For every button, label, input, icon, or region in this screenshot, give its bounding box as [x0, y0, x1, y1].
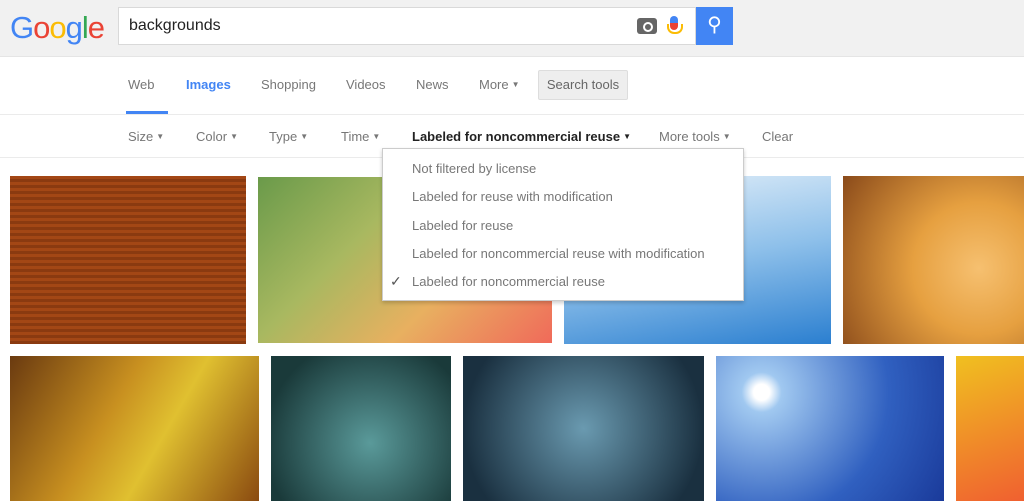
- image-result[interactable]: [271, 356, 451, 501]
- tab-shopping[interactable]: Shopping: [261, 77, 316, 92]
- checkmark-icon: ✓: [390, 273, 402, 289]
- tool-label: Labeled for noncommercial reuse: [412, 129, 621, 144]
- tool-label: More tools: [659, 129, 720, 144]
- camera-icon[interactable]: [637, 18, 657, 34]
- tool-usage-rights[interactable]: Labeled for noncommercial reuse ▼: [412, 129, 631, 144]
- google-logo[interactable]: Google: [10, 10, 105, 46]
- chevron-down-icon: ▼: [511, 80, 520, 89]
- chevron-down-icon: ▼: [300, 132, 309, 141]
- menu-item-not-filtered[interactable]: Not filtered by license: [412, 161, 536, 176]
- tab-videos[interactable]: Videos: [346, 77, 386, 92]
- search-icon: ⚲: [707, 14, 722, 36]
- tool-label: Type: [269, 129, 298, 144]
- menu-item-noncommercial-modification[interactable]: Labeled for noncommercial reuse with mod…: [412, 246, 705, 261]
- image-result[interactable]: [716, 356, 944, 501]
- chevron-down-icon: ▼: [623, 132, 631, 141]
- tool-label: Time: [341, 129, 370, 144]
- tab-images[interactable]: Images: [186, 77, 231, 92]
- search-input[interactable]: [129, 17, 629, 35]
- tool-type[interactable]: Type ▼: [269, 129, 308, 144]
- mic-icon[interactable]: [667, 16, 683, 34]
- search-box: [118, 7, 696, 45]
- nav-tabs: Web Images Shopping Videos News More ▼ Se…: [0, 57, 1024, 115]
- image-result[interactable]: [843, 176, 1024, 344]
- tool-color[interactable]: Color ▼: [196, 129, 238, 144]
- chevron-down-icon: ▼: [156, 132, 165, 141]
- tab-more-label: More: [479, 77, 509, 92]
- tab-more[interactable]: More ▼: [479, 77, 520, 92]
- search-button[interactable]: ⚲: [696, 7, 733, 45]
- chevron-down-icon: ▼: [372, 132, 381, 141]
- image-result[interactable]: [463, 356, 704, 501]
- menu-item-noncommercial[interactable]: Labeled for noncommercial reuse: [412, 274, 605, 289]
- tab-web[interactable]: Web: [128, 77, 155, 92]
- tool-size[interactable]: Size ▼: [128, 129, 164, 144]
- menu-item-reuse-modification[interactable]: Labeled for reuse with modification: [412, 189, 613, 204]
- search-tools-button[interactable]: Search tools: [538, 70, 628, 100]
- tool-more-tools[interactable]: More tools ▼: [659, 129, 731, 144]
- chevron-down-icon: ▼: [722, 132, 731, 141]
- tool-label: Size: [128, 129, 154, 144]
- header: Google ⚲: [0, 0, 1024, 57]
- license-dropdown-menu: Not filtered by license Labeled for reus…: [382, 148, 744, 301]
- tool-label: Color: [196, 129, 228, 144]
- chevron-down-icon: ▼: [230, 132, 238, 141]
- image-result[interactable]: [10, 356, 259, 501]
- tab-news[interactable]: News: [416, 77, 449, 92]
- active-tab-indicator: [126, 111, 168, 114]
- image-result[interactable]: [10, 176, 246, 344]
- clear-button[interactable]: Clear: [762, 129, 793, 144]
- tool-time[interactable]: Time ▼: [341, 129, 380, 144]
- menu-item-reuse[interactable]: Labeled for reuse: [412, 218, 513, 233]
- image-result[interactable]: [956, 356, 1024, 501]
